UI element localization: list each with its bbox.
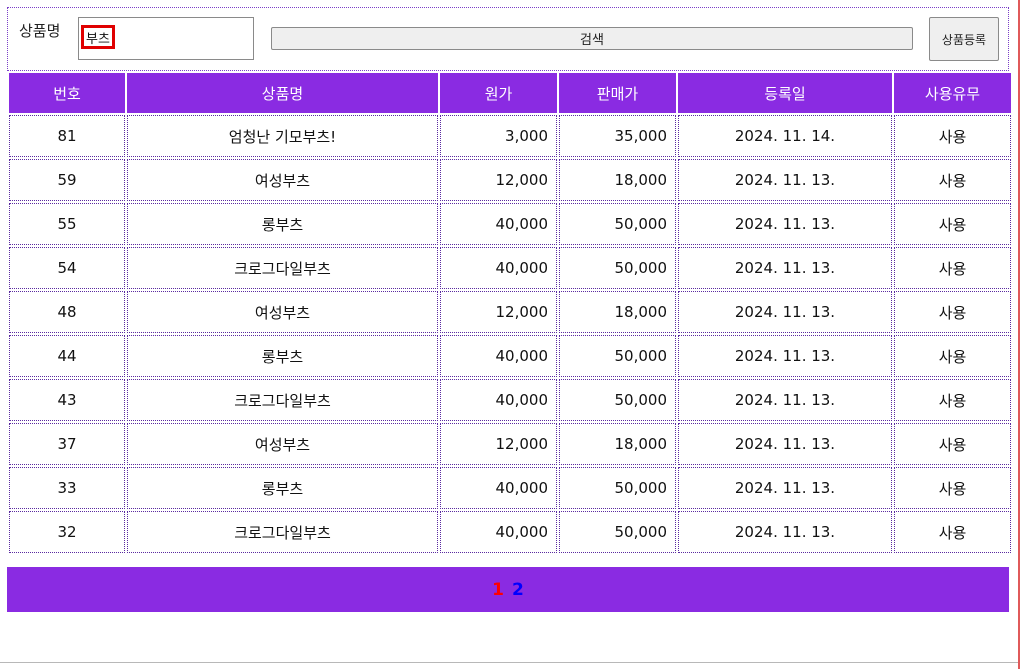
table-cell: 롱부츠 xyxy=(127,203,438,245)
page-link-1[interactable]: 1 xyxy=(492,580,504,600)
table-cell: 크로그다일부츠 xyxy=(127,379,438,421)
table-cell: 사용 xyxy=(894,379,1011,421)
table-cell: 50,000 xyxy=(559,203,676,245)
table-cell: 3,000 xyxy=(440,115,557,157)
header-cell: 사용유무 xyxy=(894,73,1011,113)
table-row[interactable]: 33 롱부츠 40,000 50,000 2024. 11. 13. 사용 xyxy=(9,467,1011,509)
search-input-box[interactable] xyxy=(78,17,254,60)
table-cell: 40,000 xyxy=(440,247,557,289)
bottom-divider xyxy=(0,662,1018,663)
table-body: 81 엄청난 기모부츠! 3,000 35,000 2024. 11. 14. 사용 59 여… xyxy=(9,115,1011,553)
table-cell: 12,000 xyxy=(440,159,557,201)
table-cell: 37 xyxy=(9,423,125,465)
table-cell: 2024. 11. 13. xyxy=(678,203,892,245)
table-row[interactable]: 37 여성부츠 12,000 18,000 2024. 11. 13. 사용 xyxy=(9,423,1011,465)
table-cell: 사용 xyxy=(894,203,1011,245)
table-cell: 18,000 xyxy=(559,291,676,333)
table-cell: 여성부츠 xyxy=(127,159,438,201)
table-cell: 43 xyxy=(9,379,125,421)
table-cell: 사용 xyxy=(894,467,1011,509)
table-cell: 12,000 xyxy=(440,423,557,465)
table-cell: 2024. 11. 13. xyxy=(678,159,892,201)
table-cell: 사용 xyxy=(894,159,1011,201)
table-cell: 2024. 11. 14. xyxy=(678,115,892,157)
table-cell: 엄청난 기모부츠! xyxy=(127,115,438,157)
table-cell: 32 xyxy=(9,511,125,553)
table-cell: 44 xyxy=(9,335,125,377)
pagination: 12 xyxy=(7,567,1009,612)
header-cell: 상품명 xyxy=(127,73,438,113)
table-cell: 2024. 11. 13. xyxy=(678,379,892,421)
table-cell: 2024. 11. 13. xyxy=(678,247,892,289)
table-cell: 여성부츠 xyxy=(127,291,438,333)
header-cell: 판매가 xyxy=(559,73,676,113)
table-row[interactable]: 54 크로그다일부츠 40,000 50,000 2024. 11. 13. 사용 xyxy=(9,247,1011,289)
header-cell: 번호 xyxy=(9,73,125,113)
table-cell: 18,000 xyxy=(559,423,676,465)
table-cell: 18,000 xyxy=(559,159,676,201)
table-cell: 사용 xyxy=(894,511,1011,553)
table-row[interactable]: 43 크로그다일부츠 40,000 50,000 2024. 11. 13. 사용 xyxy=(9,379,1011,421)
table-cell: 35,000 xyxy=(559,115,676,157)
table-row[interactable]: 44 롱부츠 40,000 50,000 2024. 11. 13. 사용 xyxy=(9,335,1011,377)
table-cell: 50,000 xyxy=(559,511,676,553)
table-cell: 2024. 11. 13. xyxy=(678,467,892,509)
table-cell: 50,000 xyxy=(559,247,676,289)
table-cell: 40,000 xyxy=(440,379,557,421)
right-divider xyxy=(1018,0,1020,669)
table-cell: 2024. 11. 13. xyxy=(678,423,892,465)
table-row[interactable]: 59 여성부츠 12,000 18,000 2024. 11. 13. 사용 xyxy=(9,159,1011,201)
table-cell: 롱부츠 xyxy=(127,467,438,509)
table-cell: 50,000 xyxy=(559,335,676,377)
table-cell: 40,000 xyxy=(440,203,557,245)
table-cell: 여성부츠 xyxy=(127,423,438,465)
table-row[interactable]: 81 엄청난 기모부츠! 3,000 35,000 2024. 11. 14. 사용 xyxy=(9,115,1011,157)
table-row[interactable]: 48 여성부츠 12,000 18,000 2024. 11. 13. 사용 xyxy=(9,291,1011,333)
table-cell: 크로그다일부츠 xyxy=(127,247,438,289)
table-cell: 40,000 xyxy=(440,335,557,377)
search-bar: 상품명 검색 상품등록 xyxy=(7,7,1009,71)
product-table: 번호 상품명 원가 판매가 등록일 사용유무 81 엄청난 기모부츠! 3,000 3… xyxy=(7,71,1013,555)
table-cell: 33 xyxy=(9,467,125,509)
header-cell: 등록일 xyxy=(678,73,892,113)
product-list-page: 상품명 검색 상품등록 번호 상품명 원가 판매가 등록일 사용유무 81엄청난 xyxy=(0,0,1022,669)
search-button[interactable]: 검색 xyxy=(271,27,913,50)
search-label: 상품명 xyxy=(19,22,61,40)
table-cell: 59 xyxy=(9,159,125,201)
header-cell: 원가 xyxy=(440,73,557,113)
table-cell: 40,000 xyxy=(440,511,557,553)
table-cell: 사용 xyxy=(894,335,1011,377)
table-cell: 사용 xyxy=(894,291,1011,333)
table-cell: 54 xyxy=(9,247,125,289)
page-link-2[interactable]: 2 xyxy=(512,580,524,600)
table-cell: 사용 xyxy=(894,247,1011,289)
table-cell: 2024. 11. 13. xyxy=(678,511,892,553)
table-cell: 사용 xyxy=(894,423,1011,465)
table-cell: 사용 xyxy=(894,115,1011,157)
table-row[interactable]: 55 롱부츠 40,000 50,000 2024. 11. 13. 사용 xyxy=(9,203,1011,245)
table-header-row: 번호 상품명 원가 판매가 등록일 사용유무 xyxy=(9,73,1011,113)
table-cell: 81 xyxy=(9,115,125,157)
table-cell: 2024. 11. 13. xyxy=(678,291,892,333)
table-cell: 롱부츠 xyxy=(127,335,438,377)
table-row[interactable]: 32 크로그다일부츠 40,000 50,000 2024. 11. 13. 사용 xyxy=(9,511,1011,553)
table-cell: 55 xyxy=(9,203,125,245)
table-cell: 50,000 xyxy=(559,467,676,509)
table-cell: 50,000 xyxy=(559,379,676,421)
table-cell: 크로그다일부츠 xyxy=(127,511,438,553)
register-product-button[interactable]: 상품등록 xyxy=(929,17,999,61)
table-cell: 40,000 xyxy=(440,467,557,509)
table-cell: 2024. 11. 13. xyxy=(678,335,892,377)
table-cell: 48 xyxy=(9,291,125,333)
table-cell: 12,000 xyxy=(440,291,557,333)
search-input[interactable] xyxy=(81,25,115,49)
